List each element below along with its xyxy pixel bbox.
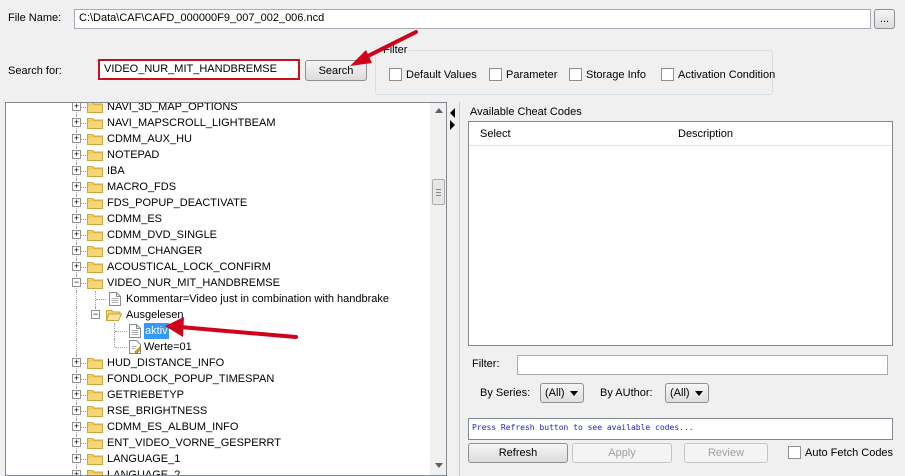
annotation-arrow-aktiv	[165, 317, 298, 339]
annotation-arrow-search	[350, 30, 418, 66]
annotation-overlay	[165, 30, 418, 339]
